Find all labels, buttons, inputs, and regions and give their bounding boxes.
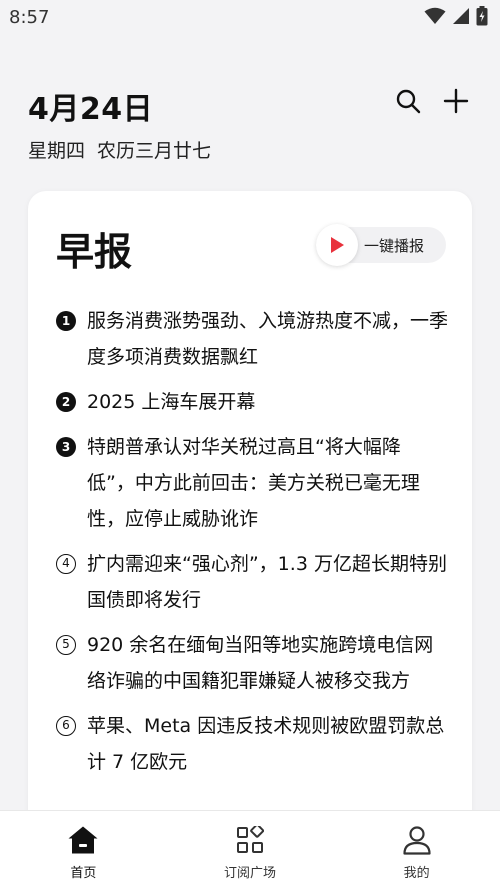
card-title: 早报 (56, 230, 133, 274)
play-circle (316, 224, 358, 266)
tab-home-label: 首页 (70, 866, 97, 881)
news-text: 920 余名在缅甸当阳等地实施跨境电信网络诈骗的中国籍犯罪嫌疑人被移交我方 (87, 634, 434, 692)
person-icon (401, 824, 433, 856)
news-text: 服务消费涨势强劲、入境游热度不减，一季度多项消费数据飘红 (87, 310, 449, 368)
tab-subscription-plaza[interactable]: 订阅广场 (167, 811, 334, 890)
morning-report-card: 早报 一键播报 1 服务消费涨势强劲、入境游热度不减，一季度多项消费数据飘红 22… (28, 191, 472, 831)
news-text: 特朗普承认对华关税过高且“将大幅降低”，中方此前回击：美方关税已毫无理性，应停止… (87, 436, 420, 530)
news-number-badge: 1 (56, 311, 76, 331)
battery-icon (476, 6, 488, 26)
bottom-tab-bar: 首页 订阅广场 我的 (0, 810, 500, 890)
tab-subscription-label: 订阅广场 (224, 866, 277, 881)
wifi-icon (424, 7, 446, 24)
news-item[interactable]: 5 920 余名在缅甸当阳等地实施跨境电信网络诈骗的中国籍犯罪嫌疑人被移交我方 (56, 627, 448, 699)
tab-mine[interactable]: 我的 (333, 811, 500, 890)
news-item[interactable]: 1 服务消费涨势强劲、入境游热度不减，一季度多项消费数据飘红 (56, 303, 448, 375)
status-bar: 8:57 (0, 0, 500, 36)
status-icons (424, 6, 488, 26)
plus-icon (443, 88, 469, 114)
news-text: 苹果、Meta 因违反技术规则被欧盟罚款总计 7 亿欧元 (87, 715, 445, 773)
search-icon (396, 89, 421, 114)
home-icon (67, 824, 99, 856)
play-all-button[interactable]: 一键播报 (316, 224, 446, 266)
tab-mine-label: 我的 (403, 866, 430, 881)
news-number-badge: 5 (56, 635, 76, 655)
play-icon (331, 237, 344, 253)
search-button[interactable] (393, 86, 423, 116)
news-text: 扩内需迎来“强心剂”，1.3 万亿超长期特别国债即将发行 (87, 553, 447, 611)
news-number-badge: 4 (56, 554, 76, 574)
status-time: 8:57 (9, 7, 50, 28)
news-item[interactable]: 6 苹果、Meta 因违反技术规则被欧盟罚款总计 7 亿欧元 (56, 708, 448, 780)
news-item[interactable]: 3 特朗普承认对华关税过高且“将大幅降低”，中方此前回击：美方关税已毫无理性，应停… (56, 429, 448, 537)
news-number-badge: 6 (56, 716, 76, 736)
lunar-date: 星期四 农历三月廿七 (28, 140, 212, 162)
news-text: 2025 上海车展开幕 (87, 391, 256, 413)
signal-icon (453, 8, 469, 24)
play-all-label: 一键播报 (364, 237, 425, 255)
add-button[interactable] (441, 86, 471, 116)
news-number-badge: 2 (56, 392, 76, 412)
news-item[interactable]: 2 2025 上海车展开幕 (56, 384, 448, 420)
news-list: 1 服务消费涨势强劲、入境游热度不减，一季度多项消费数据飘红 2 2025 上海车展… (56, 303, 448, 789)
date-title: 4月24日 (28, 92, 154, 127)
news-item[interactable]: 4 扩内需迎来“强心剂”，1.3 万亿超长期特别国债即将发行 (56, 546, 448, 618)
tab-home[interactable]: 首页 (0, 811, 167, 890)
date-header: 4月24日 星期四 农历三月廿七 (28, 84, 472, 174)
grid-icon (234, 824, 266, 856)
news-number-badge: 3 (56, 437, 76, 457)
